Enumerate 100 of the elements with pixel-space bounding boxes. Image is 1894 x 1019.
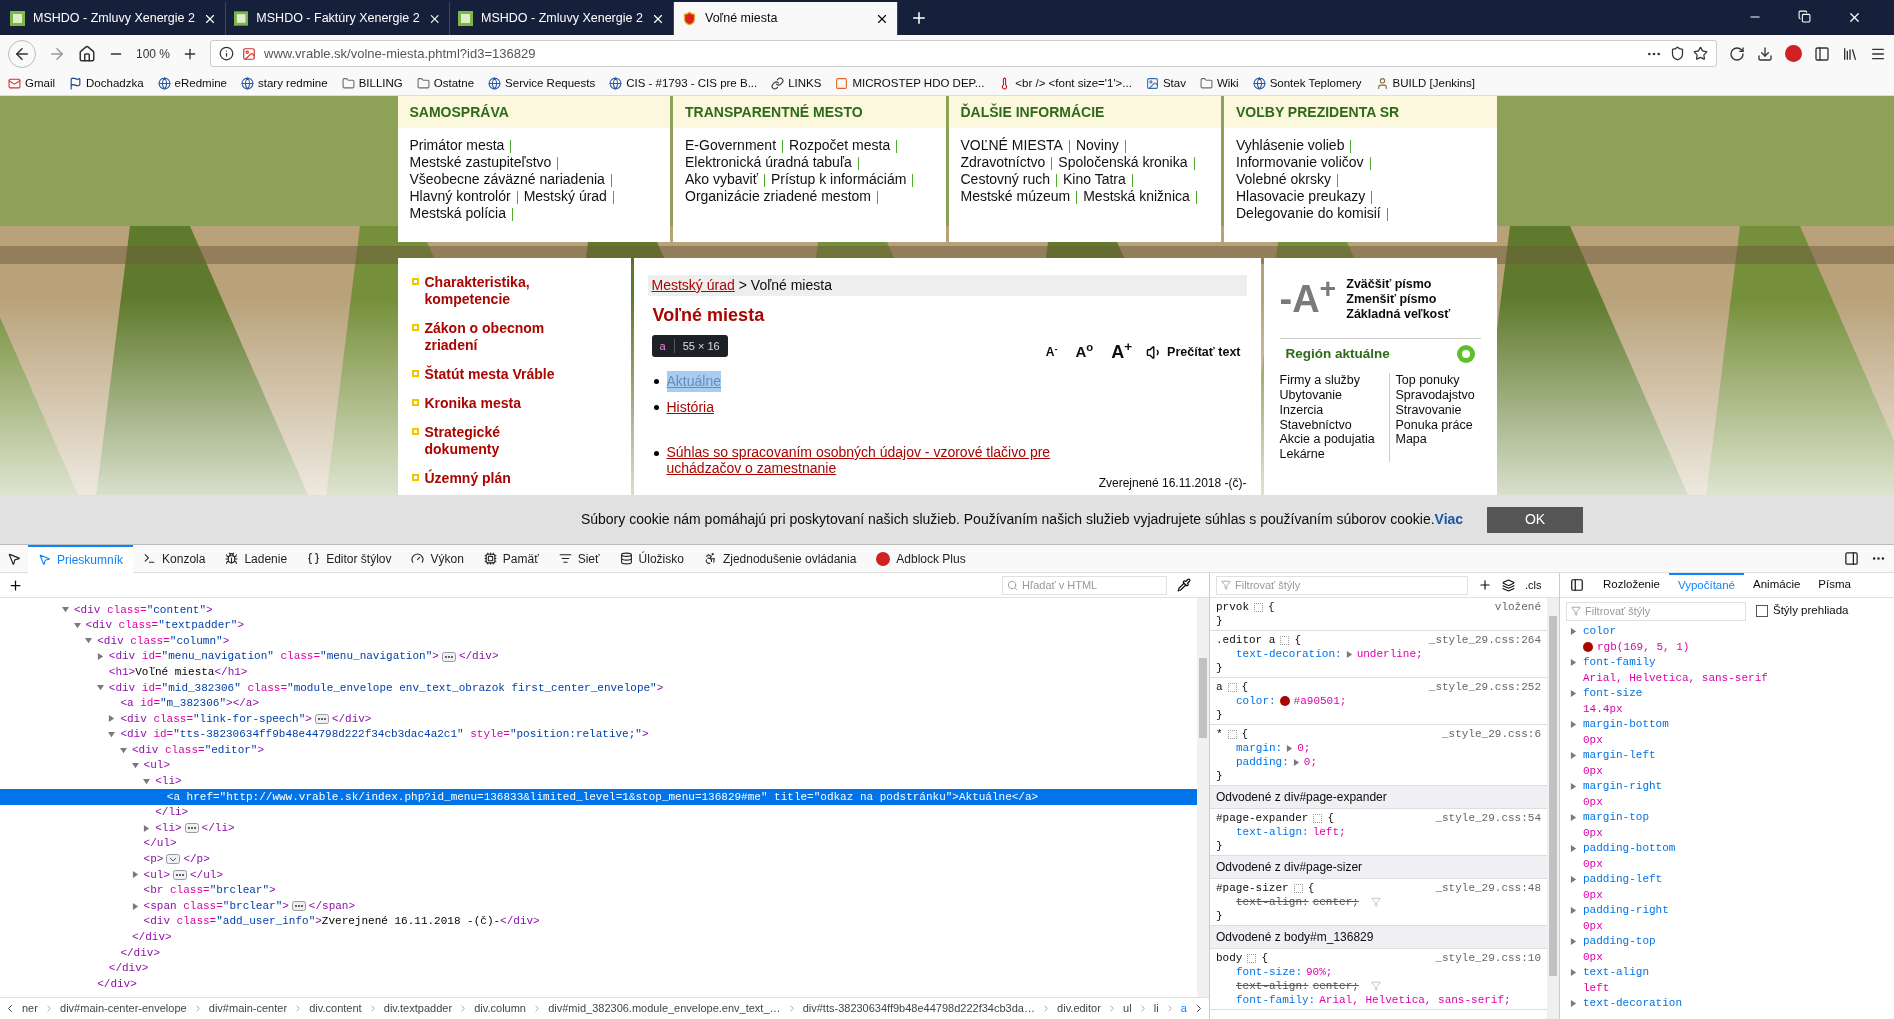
ellipsis-badge-icon[interactable] [173,869,187,880]
region-link[interactable]: Ubytovanie [1279,388,1385,403]
restore-icon[interactable] [1798,10,1811,23]
breadcrumb-item[interactable]: ner [22,1000,38,1017]
bookmark-link[interactable]: stary redmine [258,74,328,93]
read-aloud-link[interactable]: Prečítať text [1167,342,1241,362]
font-size-button[interactable]: A$^{o}$ [1071,340,1098,364]
sidebar-icon[interactable] [1814,45,1830,62]
menu-link[interactable]: Mestská polícia [409,205,506,221]
expand-arrow-icon[interactable] [143,824,151,832]
expand-arrow-icon[interactable] [1570,783,1577,790]
css-value[interactable]: underline; [1356,647,1423,661]
cls-toggle[interactable]: .cls [1525,576,1542,594]
devtools-tab[interactable]: Zjednodušenie ovládania [693,544,867,573]
menu-link[interactable]: VOĽNÉ MIESTA [960,137,1063,153]
expand-arrow-icon[interactable] [131,871,139,879]
menu-link[interactable]: Mestský úrad [523,188,607,204]
css-value[interactable]: #a90501; [1293,694,1347,708]
breadcrumb-link[interactable]: Mestský úrad [651,275,735,296]
rule-source[interactable]: _style_29.css:264 [1428,633,1541,647]
html-node-line[interactable]: <br class="brclear"> [143,882,276,899]
rule-source[interactable]: _style_29.css:48 [1435,881,1541,895]
css-property[interactable]: padding: [1236,755,1289,769]
region-link[interactable]: Akcie a podujatia [1279,432,1385,448]
bookmark-link[interactable]: Wiki [1216,74,1239,93]
rule-source[interactable]: _style_29.css:54 [1435,811,1541,825]
menu-link[interactable]: Všeobecne záväzné nariadenia [409,171,605,187]
region-link[interactable]: Stravovanie [1395,402,1475,418]
expand-arrow-icon[interactable] [1570,876,1577,883]
side-menu-link[interactable]: Charakteristika, kompetencie [424,274,575,308]
font-size-option[interactable]: Základná veľkosť [1346,306,1451,322]
menu-link[interactable]: Ako vybaviť [685,171,758,187]
expand-arrow-icon[interactable] [1570,1000,1577,1007]
menu-link[interactable]: Elektronická úradná tabuľa [685,154,852,170]
html-node-line[interactable]: <a id="m_382306"></a> [120,695,260,712]
sidebar-tab[interactable]: Animácie [1744,572,1810,598]
html-node-line[interactable]: <div class="column"> [97,632,230,650]
breadcrumb-item[interactable]: div#mid_382306.module_envelope.env_text_… [548,1000,781,1017]
bookmark-link[interactable]: CIS - #1793 - CIS pre B... [626,74,758,93]
devtools-tab[interactable]: Konzola [133,544,216,573]
bookmark-link[interactable]: BUILD [Jenkins] [1392,74,1475,93]
highlight-icon[interactable] [1293,883,1303,893]
add-rule-icon[interactable] [1478,578,1492,592]
url-field[interactable]: www.vrable.sk/volne-miesta.phtml?id3=136829 [210,40,1717,67]
consent-link[interactable]: Súhlas so spracovaním osobných údajov - vzorové tlačivo pre uchádzačov o zamestnanie [666,444,1087,476]
css-property[interactable]: color: [1236,694,1276,708]
menu-link[interactable]: Cestovný ruch [960,171,1050,187]
html-node-line[interactable]: <div class="add_user_info">Zverejnené 16.11.2018 -(č)-</div> [143,913,540,930]
css-value[interactable]: left; [1312,825,1346,839]
sidebar-toggle-icon[interactable] [1570,578,1584,592]
html-node-line[interactable]: <ul> [143,757,170,774]
breadcrumb-item[interactable]: div.textpadder [383,1000,453,1017]
library-icon[interactable] [1842,45,1858,62]
bookmark-link[interactable]: Sontek Teplomery [1269,74,1362,93]
scrollbar[interactable] [1547,598,1559,1019]
sidebar-tab[interactable]: Vypočítané [1668,572,1745,598]
star-icon[interactable] [1693,46,1708,61]
html-node-line[interactable]: <div class="content"> [74,601,213,619]
font-size-option[interactable]: Zmenšiť písmo [1346,291,1451,307]
expand-arrow-icon[interactable] [1570,690,1577,697]
region-link[interactable]: Ponuka práce [1395,417,1475,433]
css-property[interactable]: text-align: [1236,825,1309,839]
checkbox[interactable] [1756,605,1768,617]
css-property[interactable]: margin: [1236,741,1283,755]
adblock-icon[interactable] [1785,45,1802,62]
side-menu-link[interactable]: Územný plán [424,470,575,487]
breadcrumb-item[interactable]: div.editor [1057,1000,1101,1017]
menu-link[interactable]: Primátor mesta [409,137,505,153]
list-link[interactable]: História [666,397,714,418]
html-node-line[interactable]: <li> </li> [155,819,235,837]
devtools-tab[interactable]: Editor štýlov [297,544,402,573]
menu-link[interactable]: Mestské zastupiteľstvo [409,154,552,170]
html-node-line[interactable]: <div id="tts-38230634ff9b48e44798d222f34cb3dac4a2c1" style="position:relative;"> [120,726,649,743]
side-menu-link[interactable]: Kronika mesta [424,395,575,412]
html-node-line[interactable]: <div class="editor"> [132,741,265,759]
breadcrumb-item[interactable]: div#tts-38230634ff9b48e44798d222f34cb3da… [802,1000,1035,1017]
expand-arrow-icon[interactable] [1345,650,1353,658]
ellipsis-badge-icon[interactable] [184,823,199,834]
region-link[interactable]: Mapa [1395,432,1475,448]
bookmark-link[interactable]: <br /> <font size='1'>... [1015,74,1132,93]
css-value[interactable]: 90%; [1306,965,1333,979]
color-swatch[interactable] [1279,696,1290,706]
scrollbar[interactable] [1197,598,1209,997]
expand-arrow-icon[interactable] [1570,721,1577,728]
html-node-line[interactable]: <span class="brclear"> </span> [143,897,356,915]
highlight-icon[interactable] [1227,682,1237,692]
breadcrumb-item[interactable]: li [1153,1000,1159,1017]
menu-link[interactable]: Mestské múzeum [960,188,1071,204]
close-icon[interactable] [1847,10,1862,25]
download-icon[interactable] [1757,45,1773,62]
devtools-tab[interactable]: Prieskumník [28,544,134,573]
expand-arrow-icon[interactable] [96,653,104,661]
css-property[interactable]: text-decoration: [1236,647,1342,661]
html-node-line[interactable]: <div id="mid_382306" class="module_envelope env_text_obrazok first_center_envelope"> [108,679,664,696]
expand-arrow-icon[interactable] [1570,969,1577,976]
bookmark-link[interactable]: Stav [1162,74,1186,93]
bookmark-link[interactable]: Service Requests [505,74,596,93]
devtools-tab[interactable]: Pamäť [473,544,549,573]
rule-source[interactable]: vložené [1494,600,1541,614]
reload-icon[interactable] [1729,45,1745,62]
